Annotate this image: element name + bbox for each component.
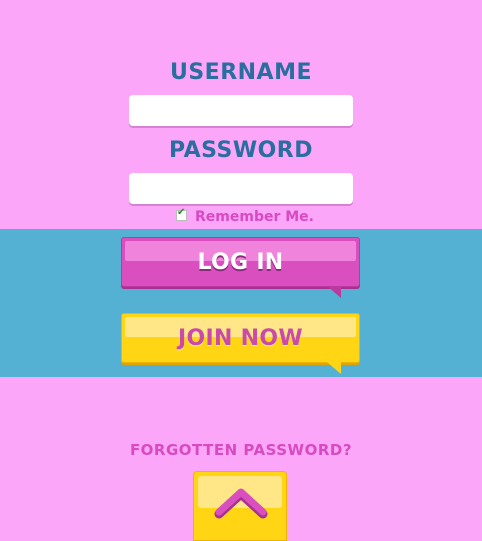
username-label: USERNAME bbox=[169, 60, 313, 85]
scroll-to-top-button[interactable] bbox=[193, 471, 287, 541]
remember-me-row: ✔ Remember Me. bbox=[176, 206, 314, 226]
password-label: PASSWORD bbox=[168, 138, 313, 163]
join-now-button[interactable]: JOIN NOW bbox=[121, 313, 360, 374]
login-button[interactable]: LOG IN bbox=[121, 237, 360, 298]
password-input[interactable] bbox=[129, 173, 353, 204]
remember-me-label[interactable]: Remember Me. bbox=[195, 209, 314, 225]
login-button-label: LOG IN bbox=[197, 250, 284, 275]
login-button-tail bbox=[327, 286, 341, 298]
forgotten-password-link[interactable]: FORGOTTEN PASSWORD? bbox=[0, 441, 482, 459]
checkmark-icon: ✔ bbox=[177, 206, 186, 218]
remember-me-checkbox[interactable]: ✔ bbox=[176, 206, 187, 221]
chevron-up-icon bbox=[214, 488, 268, 519]
join-button-tail bbox=[327, 362, 341, 374]
join-now-button-label: JOIN NOW bbox=[178, 326, 303, 351]
username-input[interactable] bbox=[129, 95, 353, 126]
